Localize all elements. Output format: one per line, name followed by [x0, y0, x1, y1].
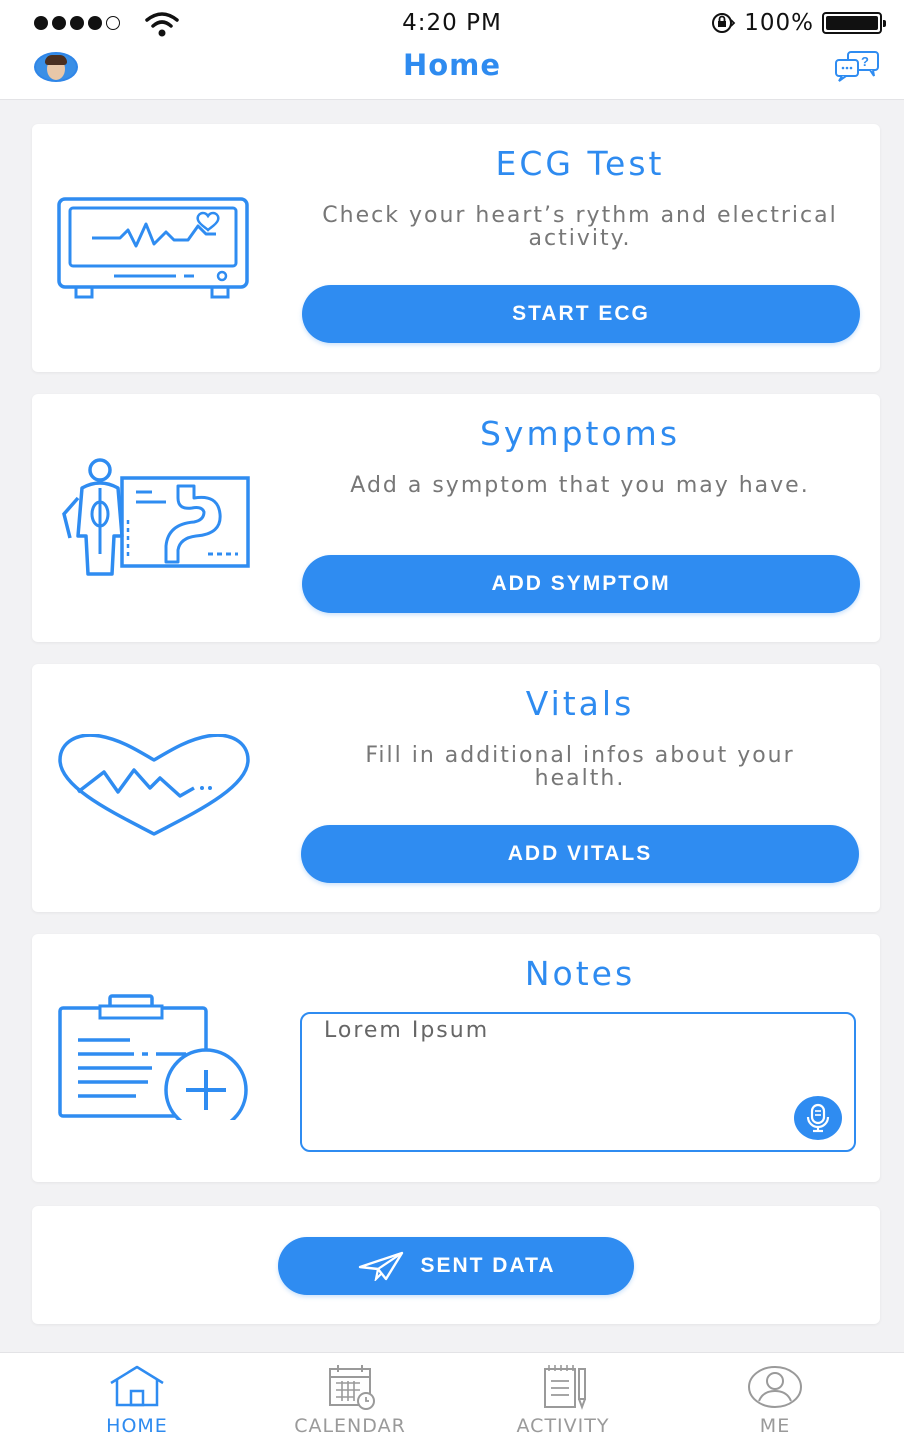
vitals-description: Fill in additional infos about your heal…: [365, 743, 795, 791]
microphone-button[interactable]: [794, 1096, 842, 1140]
vitals-heart-icon: [58, 734, 250, 836]
ecg-title: ECG Test: [495, 144, 665, 183]
notes-input[interactable]: Lorem Ipsum: [300, 1012, 856, 1152]
add-vitals-button[interactable]: ADD VITALS: [301, 825, 859, 883]
rotation-lock-icon: [712, 13, 736, 33]
user-icon: [748, 1366, 802, 1408]
symptoms-description: Add a symptom that you may have.: [350, 473, 810, 498]
sent-data-button[interactable]: SENT DATA: [278, 1237, 634, 1295]
sent-data-label: SENT DATA: [420, 1254, 556, 1277]
status-bar: 4:20 PM 100%: [0, 0, 904, 48]
send-card: SENT DATA: [32, 1206, 880, 1324]
symptoms-body-icon: [62, 458, 250, 576]
clipboard-add-icon: [58, 994, 248, 1120]
tab-calendar[interactable]: CALENDAR: [275, 1353, 425, 1440]
calendar-icon: [329, 1365, 375, 1410]
ecg-description: Check your heart’s rythm and electrical …: [322, 203, 838, 251]
notes-text: Lorem Ipsum: [324, 1018, 490, 1043]
tab-me[interactable]: ME: [700, 1353, 850, 1440]
symptoms-title: Symptoms: [479, 414, 681, 453]
nav-bar: Home ?: [0, 48, 904, 100]
ecg-card: ECG Test Check your heart’s rythm and el…: [32, 124, 880, 372]
start-ecg-button[interactable]: START ECG: [302, 285, 860, 343]
tab-activity-label: ACTIVITY: [516, 1415, 610, 1437]
tab-me-label: ME: [759, 1415, 791, 1437]
add-symptom-button[interactable]: ADD SYMPTOM: [302, 555, 860, 613]
symptoms-card: Symptoms Add a symptom that you may have…: [32, 394, 880, 642]
battery-percent: 100%: [744, 10, 814, 36]
battery-icon: [822, 12, 886, 34]
vitals-card: Vitals Fill in additional infos about yo…: [32, 664, 880, 912]
notes-card: Notes Lorem Ipsum: [32, 934, 880, 1182]
tab-activity[interactable]: ACTIVITY: [488, 1353, 638, 1440]
home-icon: [110, 1365, 164, 1407]
svg-text:?: ?: [861, 54, 869, 69]
vitals-title: Vitals: [525, 684, 635, 723]
notes-title: Notes: [524, 954, 636, 993]
tab-bar: HOME CALENDAR ACTIVITY ME: [0, 1352, 904, 1440]
tab-home[interactable]: HOME: [62, 1353, 212, 1440]
page-title: Home: [402, 48, 502, 82]
paper-plane-icon: [359, 1251, 404, 1281]
microphone-icon: [806, 1103, 830, 1133]
activity-icon: [544, 1365, 586, 1410]
tab-calendar-label: CALENDAR: [294, 1415, 406, 1437]
help-chat-icon[interactable]: ?: [834, 50, 882, 82]
ecg-monitor-icon: [57, 197, 249, 299]
tab-home-label: HOME: [106, 1415, 168, 1437]
